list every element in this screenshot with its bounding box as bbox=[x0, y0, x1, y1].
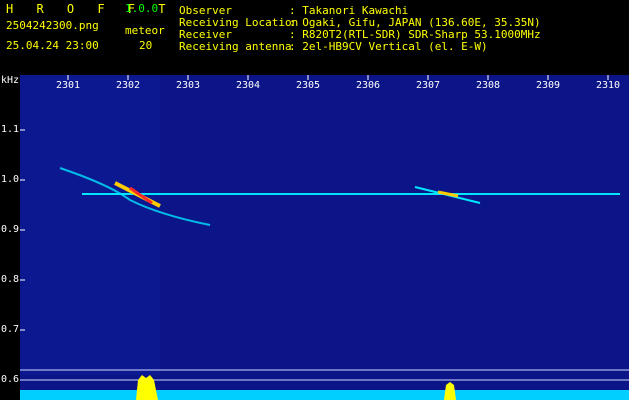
spectrogram-canvas bbox=[20, 75, 629, 400]
x-tick-2306: 2306 bbox=[355, 80, 381, 91]
y-tick-0.6: 0.6 bbox=[1, 374, 20, 385]
antenna-value: : 2el-HB9CV Vertical (el. E-W) bbox=[289, 40, 488, 53]
y-tick-1.1: 1.1 bbox=[1, 124, 20, 135]
x-tick-2303: 2303 bbox=[175, 80, 201, 91]
y-tick-0.8: 0.8 bbox=[1, 274, 20, 285]
signal-level-bar bbox=[20, 390, 629, 400]
x-tick-2301: 2301 bbox=[55, 80, 81, 91]
timestamp: 25.04.24 23:00 bbox=[6, 39, 99, 52]
header-panel: H R O F F T 1.0.0 2504242300.png meteor … bbox=[0, 0, 629, 75]
signal-spike-2307 bbox=[444, 382, 456, 400]
meteor-count: 20 bbox=[139, 39, 153, 52]
x-tick-2307: 2307 bbox=[415, 80, 441, 91]
y-tick-0.7: 0.7 bbox=[1, 324, 20, 335]
y-tick-0.9: 0.9 bbox=[1, 224, 20, 235]
meteor-echo-2307-core bbox=[437, 190, 459, 198]
file-name: 2504242300.png bbox=[6, 19, 99, 32]
signal-spike-2302 bbox=[136, 375, 158, 400]
x-tick-2310: 2310 bbox=[595, 80, 621, 91]
app-version: 1.0.0 bbox=[125, 2, 159, 15]
x-tick-2304: 2304 bbox=[235, 80, 261, 91]
x-tick-2302: 2302 bbox=[115, 80, 141, 91]
x-tick-2305: 2305 bbox=[295, 80, 321, 91]
noise-region bbox=[20, 75, 160, 375]
meteor-label: meteor bbox=[125, 24, 165, 37]
y-axis: kHz 1.1 1.0 0.9 0.8 0.7 0.6 bbox=[0, 75, 20, 400]
y-tick-1.0: 1.0 bbox=[1, 174, 20, 185]
antenna-label: Receiving antenna bbox=[179, 40, 292, 53]
x-tick-2309: 2309 bbox=[535, 80, 561, 91]
x-tick-2308: 2308 bbox=[475, 80, 501, 91]
spectrogram-plot bbox=[20, 75, 629, 400]
y-unit-label: kHz bbox=[1, 75, 20, 86]
